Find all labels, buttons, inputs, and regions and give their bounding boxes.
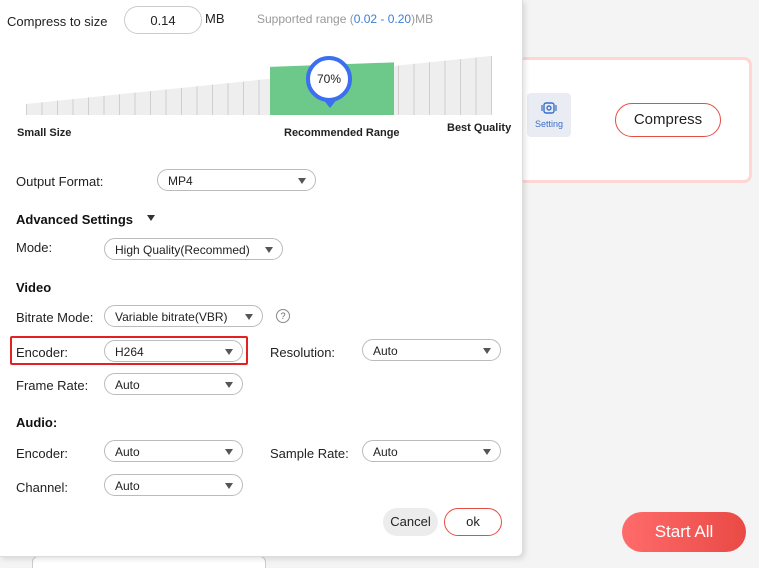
chevron-down-icon bbox=[245, 314, 253, 320]
setting-button[interactable]: Setting bbox=[527, 93, 571, 137]
chevron-down-icon bbox=[225, 483, 233, 489]
slider-handle-pointer bbox=[322, 98, 338, 108]
chevron-down-icon bbox=[265, 247, 273, 253]
chevron-down-icon bbox=[225, 382, 233, 388]
output-format-label: Output Format: bbox=[16, 174, 104, 189]
chevron-down-icon bbox=[225, 349, 233, 355]
best-quality-label: Best Quality bbox=[447, 122, 512, 134]
target-size-input[interactable]: 0.14 bbox=[124, 6, 202, 34]
mode-select[interactable]: High Quality(Recommed) bbox=[104, 238, 283, 260]
mode-value: High Quality(Recommed) bbox=[115, 243, 250, 257]
chevron-down-icon bbox=[298, 178, 306, 184]
chevron-down-icon bbox=[483, 348, 491, 354]
expand-caret-icon[interactable] bbox=[147, 215, 155, 221]
audio-encoder-select[interactable]: Auto bbox=[104, 440, 243, 462]
mode-label: Mode: bbox=[16, 240, 53, 255]
audio-encoder-value: Auto bbox=[115, 445, 140, 459]
compress-to-size-label: Compress to size bbox=[7, 14, 107, 29]
setting-icon bbox=[541, 102, 557, 114]
slider-handle[interactable]: 70% bbox=[306, 56, 352, 102]
sample-rate-label: Sample Rate: bbox=[270, 446, 349, 461]
supported-range-value: 0.02 - 0.20 bbox=[353, 12, 412, 26]
resolution-label: Resolution: bbox=[270, 345, 336, 360]
compression-settings-dialog: Compress to size 0.14 MB Supported range… bbox=[0, 0, 523, 557]
video-encoder-value: H264 bbox=[115, 345, 144, 359]
recommended-range-label: Recommended Range bbox=[284, 127, 400, 139]
ok-button[interactable]: ok bbox=[444, 508, 502, 536]
help-icon[interactable]: ? bbox=[276, 309, 290, 323]
resolution-select[interactable]: Auto bbox=[362, 339, 501, 361]
supported-range-text: Supported range (0.02 - 0.20)MB bbox=[257, 12, 433, 26]
size-unit-label: MB bbox=[205, 11, 225, 26]
chevron-down-icon bbox=[225, 449, 233, 455]
quality-slider[interactable] bbox=[26, 50, 492, 118]
channel-label: Channel: bbox=[16, 480, 69, 495]
bitrate-mode-label: Bitrate Mode: bbox=[16, 310, 94, 325]
background-panel-edge bbox=[32, 556, 266, 568]
bitrate-mode-value: Variable bitrate(VBR) bbox=[115, 310, 228, 324]
small-size-label: Small Size bbox=[17, 127, 72, 139]
setting-label: Setting bbox=[534, 119, 564, 129]
frame-rate-select[interactable]: Auto bbox=[104, 373, 243, 395]
cancel-button[interactable]: Cancel bbox=[383, 508, 438, 536]
sample-rate-select[interactable]: Auto bbox=[362, 440, 501, 462]
output-format-select[interactable]: MP4 bbox=[157, 169, 316, 191]
video-encoder-label: Encoder: bbox=[16, 345, 69, 360]
audio-encoder-label: Encoder: bbox=[16, 446, 69, 461]
output-format-value: MP4 bbox=[168, 174, 193, 188]
frame-rate-label: Frame Rate: bbox=[16, 378, 89, 393]
channel-select[interactable]: Auto bbox=[104, 474, 243, 496]
video-encoder-select[interactable]: H264 bbox=[104, 340, 243, 362]
channel-value: Auto bbox=[115, 479, 140, 493]
audio-heading: Audio: bbox=[16, 415, 58, 430]
video-heading: Video bbox=[16, 280, 52, 295]
advanced-settings-toggle[interactable]: Advanced Settings bbox=[16, 212, 133, 227]
bitrate-mode-select[interactable]: Variable bitrate(VBR) bbox=[104, 305, 263, 327]
sample-rate-value: Auto bbox=[373, 445, 398, 459]
start-all-button[interactable]: Start All bbox=[622, 512, 746, 552]
compress-button[interactable]: Compress bbox=[615, 103, 721, 137]
chevron-down-icon bbox=[483, 449, 491, 455]
resolution-value: Auto bbox=[373, 344, 398, 358]
supported-range-suffix: )MB bbox=[411, 12, 434, 26]
frame-rate-value: Auto bbox=[115, 378, 140, 392]
slider-scale bbox=[26, 55, 492, 115]
supported-range-prefix: Supported range ( bbox=[257, 12, 354, 26]
